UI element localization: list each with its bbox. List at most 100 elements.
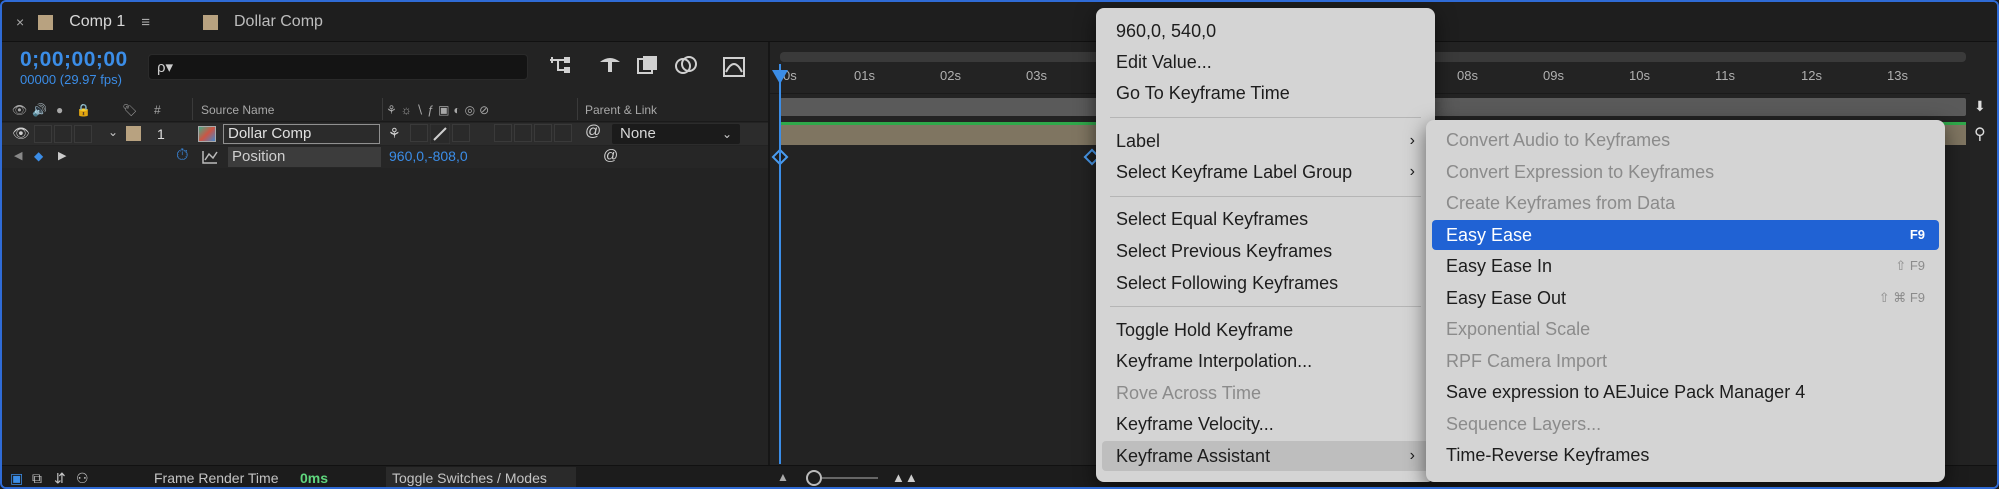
menu-item-keyframe-assistant[interactable]: Keyframe Assistant › bbox=[1102, 441, 1429, 471]
transfer-controls-icon[interactable]: ⇵ bbox=[54, 470, 66, 487]
tab-comp-1[interactable]: × Comp 1 ≡ bbox=[16, 2, 150, 42]
zoom-in-icon[interactable]: ▲▲ bbox=[892, 470, 918, 485]
property-row[interactable]: ◀ ◆ ▶ ⏱ bbox=[2, 146, 768, 168]
lock-switch-icon: 🔒 bbox=[76, 103, 91, 117]
layer-switches-icons: ⚘☼∖ƒ▣◐◎⊘ bbox=[386, 103, 494, 117]
ruler-tick-label: 09s bbox=[1543, 68, 1564, 83]
menu-item-text: Sequence Layers... bbox=[1446, 414, 1602, 434]
submenu-item-easy-ease[interactable]: Easy Ease F9 bbox=[1432, 220, 1939, 250]
submenu-item-convert-audio: Convert Audio to Keyframes bbox=[1432, 125, 1939, 155]
menu-item-keyframe-interpolation[interactable]: Keyframe Interpolation... bbox=[1102, 346, 1429, 376]
layer-column-header: 👁 🔊 ● 🔒 🏷 # Source Name ⚘☼∖ƒ▣◐◎⊘ Parent … bbox=[2, 98, 768, 122]
shy-layers-icon[interactable] bbox=[598, 54, 622, 76]
menu-item-rove-across-time: Rove Across Time bbox=[1116, 383, 1262, 403]
effect-switch[interactable] bbox=[452, 124, 470, 142]
motion-blur-icon[interactable] bbox=[674, 54, 700, 76]
eye-icon[interactable]: 👁 bbox=[12, 125, 30, 142]
chevron-right-icon: › bbox=[1409, 163, 1415, 180]
menu-item-text: Select Keyframe Label Group bbox=[1116, 162, 1353, 182]
chevron-right-icon: › bbox=[1409, 447, 1415, 464]
marker-well-icon[interactable]: ⬇ bbox=[1974, 98, 1986, 115]
prev-keyframe-icon[interactable]: ◀ bbox=[14, 149, 22, 162]
pick-whip-icon[interactable]: @ bbox=[585, 123, 601, 141]
panel-menu-icon[interactable]: ≡ bbox=[141, 14, 150, 31]
menu-item-select-keyframe-label-group[interactable]: Select Keyframe Label Group › bbox=[1102, 157, 1429, 187]
comp-panel: × Comp 1 ≡ Dollar Comp 0;00;00;00 00000 … bbox=[0, 0, 1999, 489]
quality-switch-icon[interactable] bbox=[430, 124, 450, 144]
menu-separator bbox=[1110, 306, 1421, 307]
layer-switches-icon[interactable]: ⧉ bbox=[32, 470, 42, 487]
menu-item-go-to-keyframe-time[interactable]: Go To Keyframe Time bbox=[1102, 78, 1429, 108]
menu-item-select-equal-keyframes[interactable]: Select Equal Keyframes bbox=[1102, 204, 1429, 234]
parent-select[interactable]: None ⌄ bbox=[612, 124, 740, 144]
ruler-tick-label: 03s bbox=[1026, 68, 1047, 83]
stopwatch-icon[interactable]: ⏱ bbox=[176, 147, 188, 165]
zoom-out-icon[interactable]: ▲ bbox=[777, 470, 789, 484]
submenu-item-easy-ease-out[interactable]: Easy Ease Out ⇧ ⌘ F9 bbox=[1432, 283, 1939, 313]
ruler-tick-label: 02s bbox=[940, 68, 961, 83]
close-icon[interactable]: × bbox=[16, 14, 24, 30]
layer-list-empty-area bbox=[2, 169, 768, 465]
current-time-indicator[interactable] bbox=[779, 64, 781, 464]
submenu-item-easy-ease-in[interactable]: Easy Ease In ⇧ F9 bbox=[1432, 251, 1939, 281]
adjustment-switch[interactable] bbox=[534, 124, 552, 142]
zoom-slider-track[interactable] bbox=[822, 477, 878, 479]
3d-switch[interactable] bbox=[554, 124, 572, 142]
menu-item-label[interactable]: Label › bbox=[1102, 126, 1429, 156]
context-menu: 960,0, 540,0 Edit Value... Go To Keyfram… bbox=[1096, 8, 1435, 482]
menu-item-text: Convert Audio to Keyframes bbox=[1446, 130, 1671, 150]
collapse-switch[interactable] bbox=[410, 124, 428, 142]
pick-whip-icon[interactable]: @ bbox=[603, 147, 618, 164]
next-keyframe-icon[interactable]: ▶ bbox=[58, 149, 66, 162]
menu-item-select-following-keyframes[interactable]: Select Following Keyframes bbox=[1102, 268, 1429, 298]
ruler-tick-label: 12s bbox=[1801, 68, 1822, 83]
submenu-item-rpf-camera-import: RPF Camera Import bbox=[1432, 346, 1939, 376]
keyframe-diamond-icon[interactable]: ◆ bbox=[34, 149, 43, 163]
frame-blending-icon[interactable] bbox=[636, 54, 660, 76]
lock-toggle[interactable] bbox=[74, 125, 92, 143]
menu-item-text: Time-Reverse Keyframes bbox=[1446, 445, 1650, 465]
parent-link-column-header: Parent & Link bbox=[585, 103, 658, 117]
zoom-slider-handle[interactable] bbox=[806, 470, 822, 486]
solo-toggle[interactable] bbox=[54, 125, 72, 143]
chevron-down-icon[interactable]: ⌄ bbox=[108, 125, 118, 139]
comp-flowchart-icon[interactable] bbox=[548, 54, 574, 76]
parent-value: None bbox=[620, 125, 656, 142]
menu-item-text: Convert Expression to Keyframes bbox=[1446, 162, 1715, 182]
shy-switch-icon[interactable]: ⚘ bbox=[388, 125, 401, 142]
submenu-item-save-expression[interactable]: Save expression to AEJuice Pack Manager … bbox=[1432, 377, 1939, 407]
menu-item-keyframe-velocity[interactable]: Keyframe Velocity... bbox=[1102, 409, 1429, 439]
current-time-indicator-head[interactable] bbox=[772, 70, 788, 84]
toggle-switches-button[interactable]: Toggle Switches / Modes bbox=[386, 467, 576, 487]
in-out-icon[interactable]: ⚇ bbox=[76, 470, 89, 487]
menu-item-text: Exponential Scale bbox=[1446, 319, 1591, 339]
comp-color-swatch bbox=[38, 14, 54, 30]
menu-item-edit-value[interactable]: Edit Value... bbox=[1102, 47, 1429, 77]
tab-label: Dollar Comp bbox=[234, 13, 323, 30]
source-name-column-header[interactable]: Source Name bbox=[201, 103, 274, 117]
tab-dollar-comp[interactable]: Dollar Comp bbox=[203, 2, 323, 42]
graph-icon[interactable] bbox=[202, 150, 218, 164]
frame-blend-switch[interactable] bbox=[494, 124, 512, 142]
audio-toggle[interactable] bbox=[34, 125, 52, 143]
menu-item-select-previous-keyframes[interactable]: Select Previous Keyframes bbox=[1102, 236, 1429, 266]
layer-name[interactable]: Dollar Comp bbox=[223, 124, 380, 144]
comp-color-swatch bbox=[203, 14, 218, 30]
submenu-item-time-reverse-keyframes[interactable]: Time-Reverse Keyframes bbox=[1432, 440, 1939, 470]
graph-editor-icon[interactable] bbox=[722, 54, 748, 78]
ruler-tick-label: 01s bbox=[854, 68, 875, 83]
layer-search-input[interactable]: ρ▾ bbox=[148, 54, 528, 80]
menu-item-text: Easy Ease Out bbox=[1446, 288, 1567, 308]
label-color-swatch[interactable] bbox=[126, 126, 141, 141]
current-time-display[interactable]: 0;00;00;00 bbox=[20, 48, 128, 72]
render-toggle-icon[interactable]: ▣ bbox=[10, 470, 23, 487]
tab-bar: × Comp 1 ≡ Dollar Comp bbox=[2, 2, 1997, 42]
frame-render-label: Frame Render Time bbox=[154, 470, 279, 486]
position-value[interactable]: 960,0,-808,0 bbox=[389, 148, 468, 164]
comp-button-icon[interactable]: ⚲ bbox=[1974, 124, 1986, 144]
menu-item-value[interactable]: 960,0, 540,0 bbox=[1102, 16, 1429, 46]
property-name: Position bbox=[228, 147, 381, 167]
menu-item-toggle-hold-keyframe[interactable]: Toggle Hold Keyframe bbox=[1102, 315, 1429, 345]
menu-item-text: Keyframe Assistant bbox=[1116, 446, 1271, 466]
motion-blur-switch[interactable] bbox=[514, 124, 532, 142]
